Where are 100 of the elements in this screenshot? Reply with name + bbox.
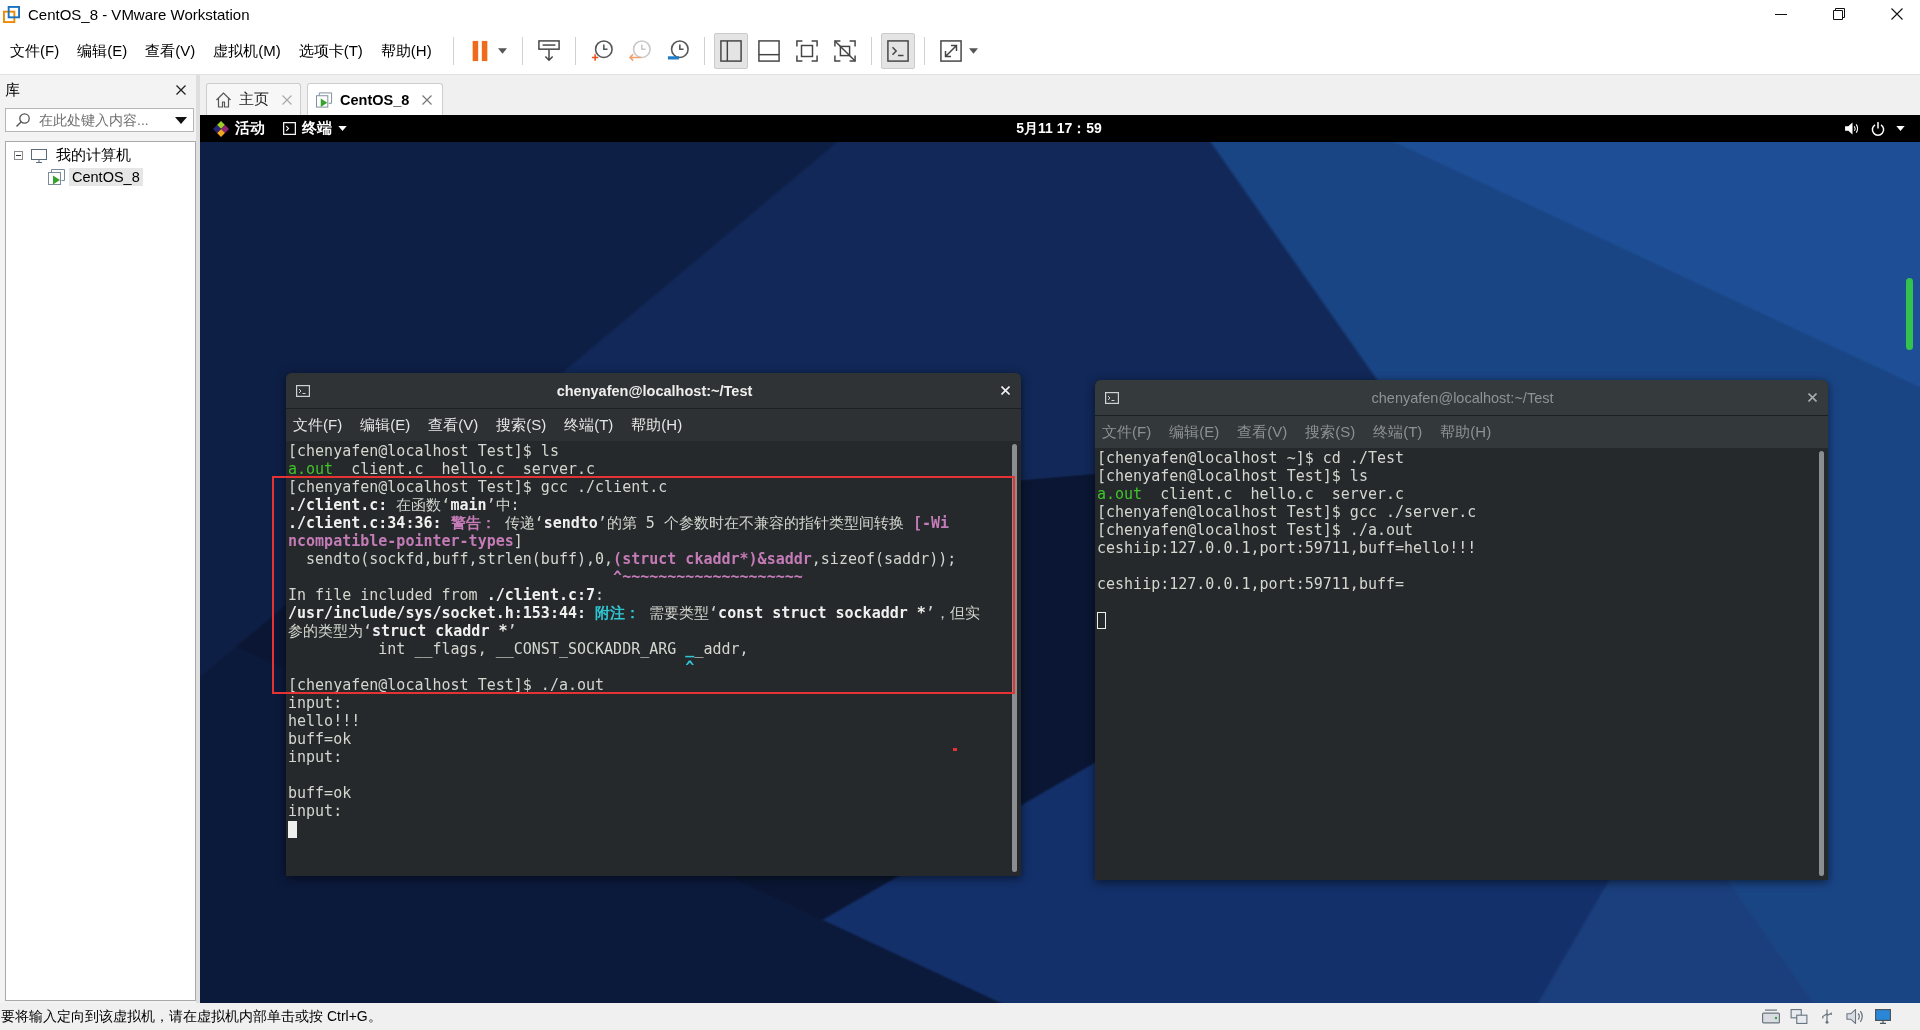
menu-item[interactable]: 帮助(H) bbox=[376, 37, 436, 65]
menu-item[interactable]: 搜索(S) bbox=[1302, 420, 1359, 444]
terminal-line: ^~~~~~~~~~~~~~~~~~~~~ bbox=[613, 568, 803, 586]
terminal-line: [chenyafen@localhost Test]$ ls bbox=[288, 442, 559, 460]
menu-item[interactable]: 搜索(S) bbox=[493, 413, 550, 437]
terminal-line: sendto(sockfd,buff,strlen(buff),0,(struct ckaddr*)&saddr,sizeof(saddr)); bbox=[306, 550, 957, 568]
menu-item[interactable]: 帮助(H) bbox=[628, 413, 686, 437]
menu-item[interactable]: 选项卡(T) bbox=[294, 37, 367, 65]
terminal-line: ^ bbox=[685, 658, 695, 676]
terminal-line: input: bbox=[288, 748, 343, 766]
terminal-line: int __flags, __CONST_SOCKADDR_ARG __addr, bbox=[378, 640, 749, 658]
menu-item[interactable]: 帮助(H) bbox=[1437, 420, 1495, 444]
activities-button[interactable]: 活动 bbox=[210, 117, 268, 140]
vm-icon bbox=[316, 91, 333, 108]
terminal-line: ceshiip:127.0.0.1,port:59711,buff= bbox=[1097, 575, 1405, 593]
power-icon bbox=[1871, 121, 1885, 136]
terminal-line: [chenyafen@localhost ~]$ cd ./Test bbox=[1097, 449, 1405, 467]
tab[interactable]: 主页 bbox=[206, 83, 301, 115]
close-icon bbox=[1891, 8, 1903, 20]
terminal-line: input: bbox=[288, 694, 343, 712]
close-icon bbox=[1808, 393, 1817, 402]
menu-item[interactable]: 编辑(E) bbox=[1166, 420, 1223, 444]
window-title: chenyafen@localhost:~/Test bbox=[1371, 389, 1554, 406]
terminal-icon bbox=[296, 384, 310, 397]
restore-icon bbox=[1833, 8, 1845, 20]
search-field[interactable]: 在此处键入内容... bbox=[5, 108, 194, 132]
status-message: 要将输入定向到该虚拟机，请在虚拟机内部单击或按 Ctrl+G。 bbox=[1, 1007, 382, 1026]
menu-item[interactable]: 编辑(E) bbox=[357, 413, 414, 437]
menu-item[interactable]: 终端(T) bbox=[1370, 420, 1426, 444]
library-toggle-button[interactable] bbox=[713, 33, 748, 69]
caret-icon bbox=[968, 48, 978, 54]
menu-item[interactable]: 查看(V) bbox=[141, 37, 200, 65]
vm-icon bbox=[48, 168, 66, 185]
terminal-icon bbox=[283, 122, 296, 135]
menu-item[interactable]: 虚拟机(M) bbox=[209, 37, 285, 65]
close-icon[interactable] bbox=[422, 94, 433, 105]
terminal-line: buff=ok bbox=[288, 730, 352, 748]
terminal-icon bbox=[886, 40, 909, 62]
home-icon bbox=[215, 91, 232, 108]
menu-item[interactable]: 文件(F) bbox=[6, 37, 64, 65]
menu-item[interactable]: 终端(T) bbox=[561, 413, 617, 437]
terminal-line: ./client.c:34:36: 警告： 传递‘sendto’的第 5 个参数时在不兼容的指针类型间转换 [-Wi bbox=[288, 514, 950, 532]
close-button[interactable] bbox=[998, 383, 1013, 398]
logo-icon bbox=[3, 5, 20, 23]
terminal-line: [chenyafen@localhost Test]$ ./a.out bbox=[1097, 521, 1414, 539]
tab[interactable]: CentOS_8 bbox=[307, 83, 444, 115]
terminal-line: [chenyafen@localhost Test]$ gcc ./server.c bbox=[1097, 503, 1477, 521]
keyboard-arrow-icon bbox=[537, 40, 560, 62]
scrollbar[interactable] bbox=[1012, 444, 1017, 872]
terminal-line: [chenyafen@localhost Test]$ ./a.out bbox=[288, 676, 605, 694]
menu-item[interactable]: 查看(V) bbox=[425, 413, 482, 437]
close-button[interactable] bbox=[174, 83, 188, 97]
terminal-line: input: bbox=[288, 802, 343, 820]
caret-icon bbox=[497, 48, 507, 54]
terminal-line: 参的类型为‘struct ckaddr *’ bbox=[288, 622, 517, 640]
terminal-line: hello!!! bbox=[288, 712, 361, 730]
monitor-icon[interactable] bbox=[1874, 1009, 1892, 1024]
menu-item[interactable]: 文件(F) bbox=[1099, 420, 1155, 444]
close-icon bbox=[1001, 386, 1010, 395]
window-title: CentOS_8 - VMware Workstation bbox=[28, 5, 250, 23]
console-view-button[interactable] bbox=[880, 33, 915, 69]
tree-item[interactable]: 我的计算机 bbox=[53, 145, 134, 166]
speaker-icon[interactable] bbox=[1846, 1009, 1864, 1024]
fullscreen-icon bbox=[795, 40, 818, 62]
caret-icon[interactable] bbox=[175, 116, 187, 124]
caret-icon bbox=[338, 126, 347, 131]
caret-icon bbox=[1896, 126, 1905, 131]
terminal-line: a.out client.c hello.c server.c bbox=[1097, 485, 1405, 503]
scrollbar[interactable] bbox=[1819, 451, 1824, 876]
terminal-line: In file included from ./client.c:7: bbox=[288, 586, 605, 604]
monitor-icon bbox=[31, 148, 47, 163]
logo-icon bbox=[213, 120, 229, 137]
minimize-icon bbox=[1775, 13, 1787, 15]
indicator-bar bbox=[1906, 278, 1913, 350]
terminal-line: a.out client.c hello.c server.c bbox=[288, 460, 596, 478]
bottom-bar-layout-icon bbox=[757, 40, 780, 62]
terminal-line: ./client.c: 在函数‘main’中: bbox=[288, 496, 520, 514]
mark-icon bbox=[953, 748, 957, 751]
expand-arrows-icon bbox=[939, 40, 962, 62]
terminal-line: [chenyafen@localhost Test]$ gcc ./client.c bbox=[288, 478, 668, 496]
app-menu-button[interactable]: 终端 bbox=[280, 117, 350, 140]
menu-item[interactable]: 文件(F) bbox=[290, 413, 346, 437]
menu-item[interactable]: 编辑(E) bbox=[73, 37, 132, 65]
terminal-icon bbox=[1105, 391, 1119, 404]
panel-title: 库 bbox=[5, 80, 20, 100]
terminal-line: ceshiip:127.0.0.1,port:59711,buff=hello!!! bbox=[1097, 539, 1477, 557]
collapse-icon[interactable] bbox=[14, 151, 23, 160]
clock[interactable]: 5月11 17：59 bbox=[1013, 117, 1105, 140]
search-icon bbox=[16, 113, 30, 127]
clock-arrow-icon bbox=[628, 40, 651, 62]
network-icon[interactable] bbox=[1790, 1009, 1808, 1024]
clock-wrench-icon bbox=[666, 40, 689, 62]
tree-item[interactable]: CentOS_8 bbox=[69, 167, 143, 186]
terminal-line: [chenyafen@localhost Test]$ ls bbox=[1097, 467, 1368, 485]
clock-plus-icon bbox=[590, 40, 613, 62]
menu-item[interactable]: 查看(V) bbox=[1234, 420, 1291, 444]
close-icon bbox=[176, 85, 186, 95]
sidebar-layout-icon bbox=[719, 40, 742, 62]
terminal-line: ncompatible-pointer-types] bbox=[288, 532, 523, 550]
terminal-line: buff=ok bbox=[288, 784, 352, 802]
